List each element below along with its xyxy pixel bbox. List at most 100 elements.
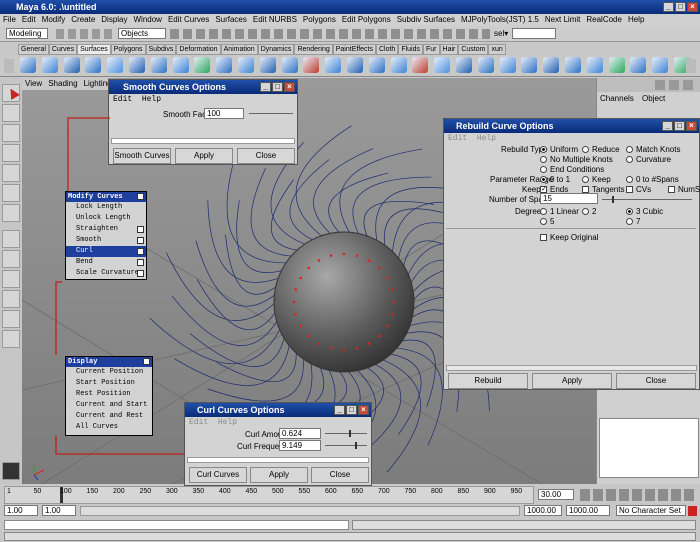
menu-item-straighten[interactable]: Straighten bbox=[66, 224, 146, 235]
command-input[interactable] bbox=[4, 520, 349, 530]
radio-reduce[interactable]: Reduce bbox=[582, 145, 620, 154]
curl-help-menu[interactable]: Help bbox=[218, 418, 237, 427]
timeline-tick: 700 bbox=[378, 488, 390, 495]
radio-degree-5[interactable]: 5 bbox=[540, 217, 554, 226]
radio-degree-7[interactable]: 7 bbox=[626, 217, 640, 226]
curl-curves-button[interactable]: Curl Curves bbox=[189, 467, 247, 483]
display-menu-title: Display bbox=[66, 357, 152, 367]
display-item-all-curves[interactable]: All Curves bbox=[66, 422, 152, 433]
timeline-tick: 50 bbox=[33, 488, 42, 495]
curl-dialog-menu: Edit Help bbox=[185, 417, 371, 428]
option-box-icon[interactable] bbox=[137, 226, 144, 233]
timeline-tick: 900 bbox=[484, 488, 496, 495]
modify-curves-title: Modify Curves bbox=[66, 192, 146, 202]
display-item-rest-position[interactable]: Rest Position bbox=[66, 389, 152, 400]
timeline-tick: 150 bbox=[86, 488, 99, 495]
menu-item-scale-curvature[interactable]: Scale Curvature bbox=[66, 268, 146, 279]
curl-amount-field[interactable]: 0.624 bbox=[279, 428, 321, 439]
display-item-current-position[interactable]: Current Position bbox=[66, 367, 152, 378]
timeline-tick: 450 bbox=[245, 488, 258, 495]
timeline-tick: 850 bbox=[457, 488, 470, 495]
spans-slider[interactable] bbox=[602, 196, 692, 203]
rebuild-close-icon[interactable]: × bbox=[686, 121, 697, 131]
playback-end-field[interactable]: 1000.00 bbox=[524, 505, 562, 516]
curl-edit-menu[interactable]: Edit bbox=[189, 418, 208, 427]
command-feedback bbox=[352, 520, 696, 530]
display-menu: Display Current Position Start Position … bbox=[65, 356, 153, 436]
curl-max-button[interactable]: □ bbox=[346, 405, 357, 415]
playback-start-field[interactable]: 1.00 bbox=[42, 505, 76, 516]
timeline-tick: 200 bbox=[113, 488, 125, 495]
display-item-current-and-start[interactable]: Current and Start bbox=[66, 400, 152, 411]
rebuild-apply-button[interactable]: Apply bbox=[532, 373, 612, 389]
check-cvs[interactable]: CVs bbox=[626, 185, 651, 194]
rebuild-close-button[interactable]: Close bbox=[616, 373, 696, 389]
radio-degree-3[interactable]: 3 Cubic bbox=[626, 207, 663, 216]
option-box-icon[interactable] bbox=[137, 259, 144, 266]
modify-close-icon[interactable] bbox=[137, 193, 144, 200]
timeline-ruler[interactable]: 1 50 100 150 200 250 300 350 400 450 500 550 600 650 7… bbox=[4, 486, 534, 504]
radio-degree-1[interactable]: 1 Linear bbox=[540, 207, 579, 216]
radio-match-knots[interactable]: Match Knots bbox=[626, 145, 680, 154]
rebuild-scrollbar[interactable] bbox=[446, 365, 697, 371]
check-keep-original[interactable]: Keep Original bbox=[540, 233, 598, 242]
check-numspans[interactable]: NumSpans bbox=[668, 185, 700, 194]
character-set-field[interactable]: No Character Set bbox=[616, 505, 686, 516]
menu-item-bend[interactable]: Bend bbox=[66, 257, 146, 268]
radio-uniform[interactable]: Uniform bbox=[540, 145, 578, 154]
radio-0-to-1[interactable]: 0 to 1 bbox=[540, 175, 570, 184]
separator bbox=[446, 228, 696, 229]
menu-item-unlock-length[interactable]: Unlock Length bbox=[66, 213, 146, 224]
radio-end-conditions[interactable]: End Conditions bbox=[540, 165, 604, 174]
curl-apply-button[interactable]: Apply bbox=[250, 467, 308, 483]
menu-item-smooth[interactable]: Smooth bbox=[66, 235, 146, 246]
curl-min-button[interactable]: _ bbox=[334, 405, 345, 415]
menu-item-lock-length[interactable]: Lock Length bbox=[66, 202, 146, 213]
timeline-tick: 500 bbox=[272, 488, 284, 495]
curl-dialog-title: Curl Curves Options _ □ × bbox=[185, 403, 371, 417]
degree-label: Degree bbox=[515, 207, 542, 216]
time-slider[interactable]: 1 50 100 150 200 250 300 350 400 450 500 550 600 650 7… bbox=[0, 486, 700, 504]
rebuild-curve-dialog: Rebuild Curve Options _ □ × Edit Help Re… bbox=[443, 118, 700, 390]
radio-degree-2[interactable]: 2 bbox=[582, 207, 596, 216]
timeline-tick: 1 bbox=[7, 488, 11, 495]
rebuild-help-menu[interactable]: Help bbox=[477, 134, 496, 143]
timeline-tick: 750 bbox=[404, 488, 417, 495]
character-key-icon[interactable] bbox=[688, 506, 697, 516]
timeline-tick: 250 bbox=[139, 488, 152, 495]
radio-0-to-spans[interactable]: 0 to #Spans bbox=[626, 175, 679, 184]
option-box-icon[interactable] bbox=[137, 248, 144, 255]
rebuild-dialog-title: Rebuild Curve Options _ □ × bbox=[444, 119, 699, 133]
rebuild-max-button[interactable]: □ bbox=[674, 121, 685, 131]
curl-frequency-slider[interactable] bbox=[325, 442, 367, 449]
curl-amount-slider[interactable] bbox=[325, 430, 367, 437]
rebuild-dialog-menu: Edit Help bbox=[444, 133, 699, 144]
help-line bbox=[4, 532, 696, 541]
timeline-tick: 600 bbox=[325, 488, 337, 495]
radio-keep[interactable]: Keep bbox=[582, 175, 611, 184]
end-time-field[interactable]: 1000.00 bbox=[566, 505, 610, 516]
option-box-icon[interactable] bbox=[137, 237, 144, 244]
rebuild-button[interactable]: Rebuild bbox=[448, 373, 528, 389]
curl-curves-dialog: Curl Curves Options _ □ × Edit Help Curl… bbox=[184, 402, 372, 486]
curl-close-icon[interactable]: × bbox=[358, 405, 369, 415]
spans-field[interactable]: 15 bbox=[540, 193, 598, 204]
display-item-current-and-rest[interactable]: Current and Rest bbox=[66, 411, 152, 422]
current-frame-field[interactable]: 30.00 bbox=[538, 489, 574, 500]
radio-no-multiple-knots[interactable]: No Multiple Knots bbox=[540, 155, 613, 164]
display-close-icon[interactable] bbox=[143, 358, 150, 365]
curl-frequency-field[interactable]: 9.149 bbox=[279, 440, 321, 451]
playback-controls[interactable] bbox=[580, 489, 696, 501]
timeline-tick: 300 bbox=[166, 488, 178, 495]
start-time-field[interactable]: 1.00 bbox=[4, 505, 38, 516]
rebuild-edit-menu[interactable]: Edit bbox=[448, 134, 467, 143]
modify-curves-menu: Modify Curves Lock Length Unlock Length … bbox=[65, 191, 147, 280]
display-item-start-position[interactable]: Start Position bbox=[66, 378, 152, 389]
rebuild-min-button[interactable]: _ bbox=[662, 121, 673, 131]
radio-curvature[interactable]: Curvature bbox=[626, 155, 671, 164]
curl-close-button[interactable]: Close bbox=[311, 467, 369, 483]
curl-scrollbar[interactable] bbox=[187, 457, 369, 463]
option-box-icon[interactable] bbox=[137, 270, 144, 277]
range-bar[interactable] bbox=[80, 506, 520, 516]
menu-item-curl[interactable]: Curl bbox=[66, 246, 146, 257]
